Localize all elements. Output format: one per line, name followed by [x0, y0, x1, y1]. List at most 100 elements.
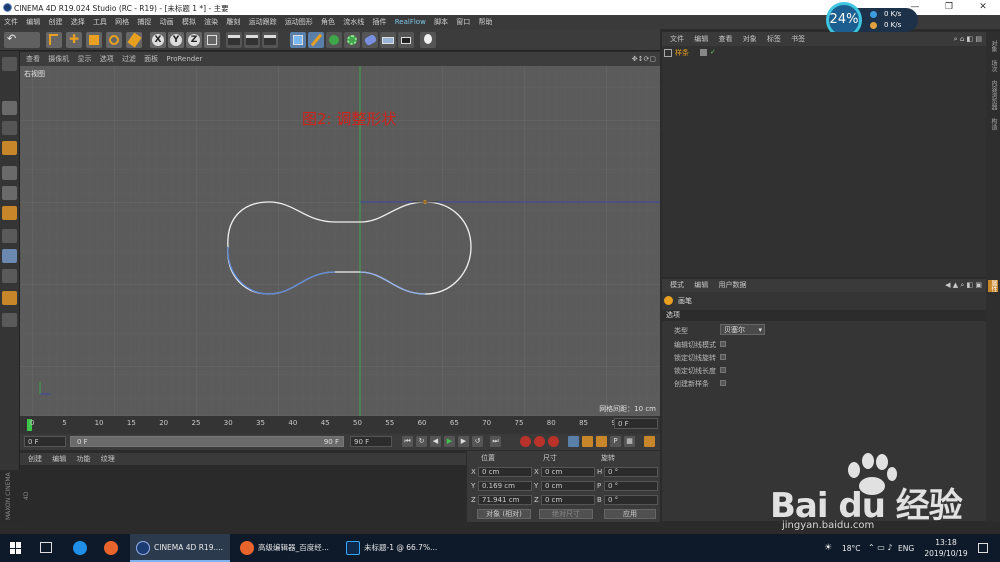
close-icon[interactable]: ✕: [966, 0, 1000, 15]
create-new-spline-checkbox[interactable]: [720, 380, 726, 386]
viewport-menu-view[interactable]: 查看: [26, 52, 40, 66]
notification-icon[interactable]: [978, 543, 988, 553]
go-to-end-icon[interactable]: ⏭: [490, 436, 501, 447]
record-keys-icon[interactable]: [520, 436, 531, 447]
apply-button[interactable]: 应用: [604, 509, 656, 519]
locked-workplane-icon[interactable]: [2, 291, 17, 305]
lock-rotation-checkbox[interactable]: [720, 354, 726, 360]
render-view-icon[interactable]: [226, 32, 242, 48]
attribute-menu-mode[interactable]: 模式: [670, 279, 684, 292]
windows-start-icon[interactable]: [10, 542, 22, 554]
tab-structure[interactable]: 构造: [988, 118, 998, 130]
menu-create[interactable]: 创建: [48, 15, 62, 29]
menu-script[interactable]: 脚本: [434, 15, 448, 29]
camera-icon[interactable]: [398, 32, 414, 48]
autokey-icon[interactable]: [534, 436, 545, 447]
firefox-app-icon[interactable]: [104, 541, 118, 555]
rotate-icon[interactable]: [106, 32, 122, 48]
language-indicator[interactable]: ENG: [898, 544, 914, 553]
object-menu-tags[interactable]: 标签: [767, 32, 781, 46]
timeline[interactable]: 051015202530354045505560657075808590 0 F: [20, 416, 660, 434]
object-row-spline[interactable]: 样条 ✓: [664, 48, 984, 59]
enabled-check-icon[interactable]: ✓: [710, 48, 716, 56]
tab-takes[interactable]: 场次: [988, 60, 998, 72]
weather-icon[interactable]: ☀: [824, 543, 832, 553]
position-y-field[interactable]: 0.169 cm: [478, 481, 532, 491]
coordinate-mode-dropdown[interactable]: 对象 (相对): [477, 509, 531, 519]
end-frame-field[interactable]: 90 F: [350, 436, 392, 447]
tab-attributes[interactable]: 属性: [988, 280, 998, 292]
material-menu-edit[interactable]: 编辑: [52, 453, 66, 465]
edges-mode-icon[interactable]: [2, 186, 17, 200]
pla-key-icon[interactable]: ▦: [624, 436, 635, 447]
current-frame-field[interactable]: 0 F: [614, 418, 658, 429]
keyframe-selection-icon[interactable]: [548, 436, 559, 447]
make-editable-icon[interactable]: [2, 57, 17, 71]
rotation-key-icon[interactable]: [596, 436, 607, 447]
position-z-field[interactable]: 71.941 cm: [478, 495, 532, 505]
subdivision-surface-icon[interactable]: [326, 32, 342, 48]
menu-file[interactable]: 文件: [4, 15, 18, 29]
type-dropdown[interactable]: 贝塞尔 ▾: [720, 324, 765, 335]
object-menu-objects[interactable]: 对象: [743, 32, 757, 46]
cube-icon[interactable]: [290, 32, 306, 48]
planar-workplane-icon[interactable]: [2, 313, 17, 327]
axis-mode-icon[interactable]: [2, 229, 17, 243]
material-menu-create[interactable]: 创建: [28, 453, 42, 465]
size-mode-dropdown[interactable]: 绝对尺寸: [539, 509, 593, 519]
size-y-field[interactable]: 0 cm: [541, 481, 595, 491]
viewport-menu-panel[interactable]: 面板: [144, 52, 158, 66]
kugou-app-icon[interactable]: [73, 541, 87, 555]
step-forward-icon[interactable]: ▶: [458, 436, 469, 447]
menu-tools[interactable]: 工具: [93, 15, 107, 29]
clock-time[interactable]: 13:18: [926, 538, 966, 547]
z-axis-icon[interactable]: Z: [186, 32, 202, 48]
go-to-start-icon[interactable]: ⏮: [402, 436, 413, 447]
recent-tool-icon[interactable]: [126, 32, 142, 48]
maximize-icon[interactable]: ❐: [932, 0, 966, 15]
material-menu-texture[interactable]: 纹理: [101, 453, 115, 465]
viewport-menu-display[interactable]: 显示: [77, 52, 91, 66]
viewport-menu-camera[interactable]: 摄像机: [48, 52, 69, 66]
deformer-icon[interactable]: [362, 32, 378, 48]
timeline-window-icon[interactable]: [644, 436, 655, 447]
menu-help[interactable]: 帮助: [479, 15, 493, 29]
taskbar-item-cinema4d[interactable]: CINEMA 4D R19....: [130, 534, 230, 562]
array-icon[interactable]: [344, 32, 360, 48]
tab-content-browser[interactable]: 内容浏览器: [988, 80, 998, 110]
material-manager[interactable]: [20, 465, 466, 521]
attribute-section-options[interactable]: 选项: [662, 310, 986, 321]
viewport-menu-options[interactable]: 选项: [100, 52, 114, 66]
loop-forward-icon[interactable]: ↺: [472, 436, 483, 447]
taskbar-item-browser[interactable]: 高级编辑器_百度经...: [234, 534, 338, 562]
menu-animate[interactable]: 动画: [160, 15, 174, 29]
step-back-icon[interactable]: ◀: [430, 436, 441, 447]
polygons-mode-icon[interactable]: [2, 206, 17, 220]
menu-sculpt[interactable]: 雕刻: [226, 15, 240, 29]
model-mode-icon[interactable]: [2, 101, 17, 115]
size-x-field[interactable]: 0 cm: [541, 467, 595, 477]
position-key-icon[interactable]: [568, 436, 579, 447]
scale-icon[interactable]: [86, 32, 102, 48]
rotation-b-field[interactable]: 0 °: [604, 495, 658, 505]
menu-motion-tracking[interactable]: 运动跟踪: [249, 15, 277, 29]
light-icon[interactable]: [420, 32, 436, 48]
render-settings-icon[interactable]: [262, 32, 278, 48]
attribute-menu-edit[interactable]: 编辑: [694, 279, 708, 292]
coordinate-system-icon[interactable]: [204, 32, 220, 48]
menu-simulate[interactable]: 模拟: [182, 15, 196, 29]
start-frame-field[interactable]: 0 F: [24, 436, 66, 447]
menu-plugins[interactable]: 插件: [373, 15, 387, 29]
viewport-menu-prorender[interactable]: ProRender: [166, 52, 202, 66]
pen-spline-icon[interactable]: [308, 32, 324, 48]
frame-range-slider[interactable]: 0 F 90 F: [70, 436, 344, 447]
menu-mograph[interactable]: 运动图形: [285, 15, 313, 29]
menu-select[interactable]: 选择: [71, 15, 85, 29]
tab-objects[interactable]: 对象: [988, 40, 998, 52]
attribute-menu-userdata[interactable]: 用户数据: [718, 279, 746, 292]
render-picture-viewer-icon[interactable]: [244, 32, 260, 48]
menu-render[interactable]: 渲染: [204, 15, 218, 29]
tray-icons[interactable]: ⌃ ▭ ♪: [868, 543, 892, 552]
move-icon[interactable]: ✚: [66, 32, 82, 48]
size-z-field[interactable]: 0 cm: [541, 495, 595, 505]
